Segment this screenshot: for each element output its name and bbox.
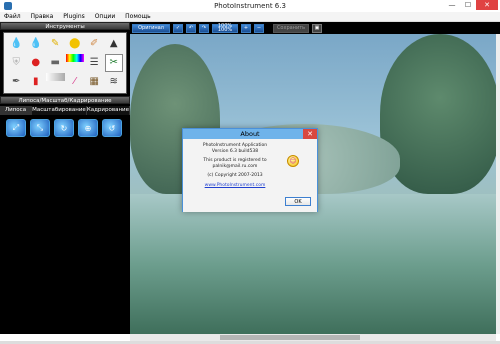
section-tabs: Липоса Масштабирование Кадрирование [0, 106, 130, 115]
maximize-icon[interactable]: ☐ [460, 0, 476, 10]
liposa-tool-2[interactable]: ⤡ [30, 119, 50, 137]
ok-button[interactable]: OK [285, 197, 311, 206]
zoom-out-icon[interactable]: − [254, 23, 264, 33]
undo-icon[interactable]: ↶ [186, 23, 196, 33]
spectrum-icon[interactable] [65, 53, 84, 62]
menu-help[interactable]: Помощь [121, 12, 155, 21]
about-dialog: About ✕ PhotoInstrument Application Vers… [182, 128, 318, 212]
close-icon[interactable]: ✕ [476, 0, 498, 10]
top-toolbar: Оригинал ✓ ↶ ↷ 100% 100% + − Сохранить ▣ [130, 22, 500, 34]
menu-edit[interactable]: Правка [27, 12, 58, 21]
red-pencil-icon[interactable]: ▮ [27, 73, 46, 90]
stamp-dark-icon[interactable]: ▲ [105, 36, 124, 53]
lines-icon[interactable]: ☰ [85, 54, 104, 73]
selected-tool-icon[interactable]: ✂ [104, 53, 123, 73]
menu-file[interactable]: Файл [0, 12, 25, 21]
brush-icon[interactable]: ✐ [85, 36, 104, 53]
left-panel: Инструменты 💧 💧 ✎ ⬤ ✐ ▲ ⛨ ● ▬ ☰ ✂ ✒ ▮ ⁄ … [0, 22, 130, 334]
scroll-thumb[interactable] [220, 335, 360, 340]
original-button[interactable]: Оригинал [132, 23, 170, 33]
eraser-icon[interactable]: ▬ [46, 54, 65, 73]
about-body: PhotoInstrument Application Version 6.3 … [183, 139, 317, 212]
liposa-tool-1[interactable]: ⤢ [6, 119, 26, 137]
window-title: PhotoInstrument 6.3 [214, 2, 286, 10]
liposa-tools: ⤢ ⤡ ↻ ⊕ ↺ [0, 115, 130, 141]
zoom-bottom: 100% [217, 27, 233, 33]
pen-icon[interactable]: ✒ [7, 73, 26, 90]
red-dot-icon[interactable]: ● [27, 54, 46, 73]
save-button[interactable]: Сохранить [273, 23, 309, 33]
zoom-indicator[interactable]: 100% 100% [212, 23, 238, 33]
horizontal-scrollbar[interactable] [130, 334, 496, 341]
tab-crop[interactable]: Кадрирование [87, 106, 130, 115]
shield-icon[interactable]: ⛨ [7, 54, 26, 73]
window-controls: — ☐ ✕ [444, 0, 498, 10]
title-bar: PhotoInstrument 6.3 — ☐ ✕ [0, 0, 500, 12]
redo-icon[interactable]: ↷ [199, 23, 209, 33]
menu-options[interactable]: Опции [91, 12, 120, 21]
pencil-icon[interactable]: ✎ [46, 36, 65, 53]
smiley-icon: ☺ [287, 155, 299, 167]
about-title: About ✕ [183, 129, 317, 139]
gradient-icon[interactable] [46, 73, 65, 82]
about-title-text: About [240, 130, 260, 138]
zoom-in-icon[interactable]: + [241, 23, 251, 33]
stamp-icon[interactable]: ⬤ [66, 36, 85, 53]
tools-header: Инструменты [0, 22, 130, 30]
film-icon[interactable]: ▦ [85, 73, 104, 90]
liposa-tool-3[interactable]: ↻ [54, 119, 74, 137]
tools-grid: 💧 💧 ✎ ⬤ ✐ ▲ ⛨ ● ▬ ☰ ✂ ✒ ▮ ⁄ ▦ ≋ [3, 32, 127, 94]
dialog-close-icon[interactable]: ✕ [303, 129, 317, 139]
liposa-tool-4[interactable]: ⊕ [78, 119, 98, 137]
menu-plugins[interactable]: Plugins [59, 12, 89, 21]
liposa-tool-5[interactable]: ↺ [102, 119, 122, 137]
image-icon[interactable]: ▣ [312, 23, 322, 33]
tab-liposa[interactable]: Липоса [0, 106, 33, 115]
minimize-icon[interactable]: — [444, 0, 460, 10]
menu-bar: Файл Правка Plugins Опции Помощь [0, 12, 500, 22]
check-icon[interactable]: ✓ [173, 23, 183, 33]
drop-icon[interactable]: 💧 [7, 36, 26, 53]
wand-icon[interactable]: ⁄ [66, 73, 85, 90]
vertical-scrollbar[interactable] [496, 34, 500, 334]
droplet-icon[interactable]: 💧 [27, 36, 46, 53]
website-link[interactable]: www.PhotoInstrument.com [189, 183, 281, 189]
lake [130, 194, 496, 334]
stack-icon[interactable]: ≋ [105, 73, 124, 90]
section-header: Липоса/Масштаб/Кадрирование [0, 96, 130, 104]
tab-zoom[interactable]: Масштабирование [32, 106, 87, 115]
